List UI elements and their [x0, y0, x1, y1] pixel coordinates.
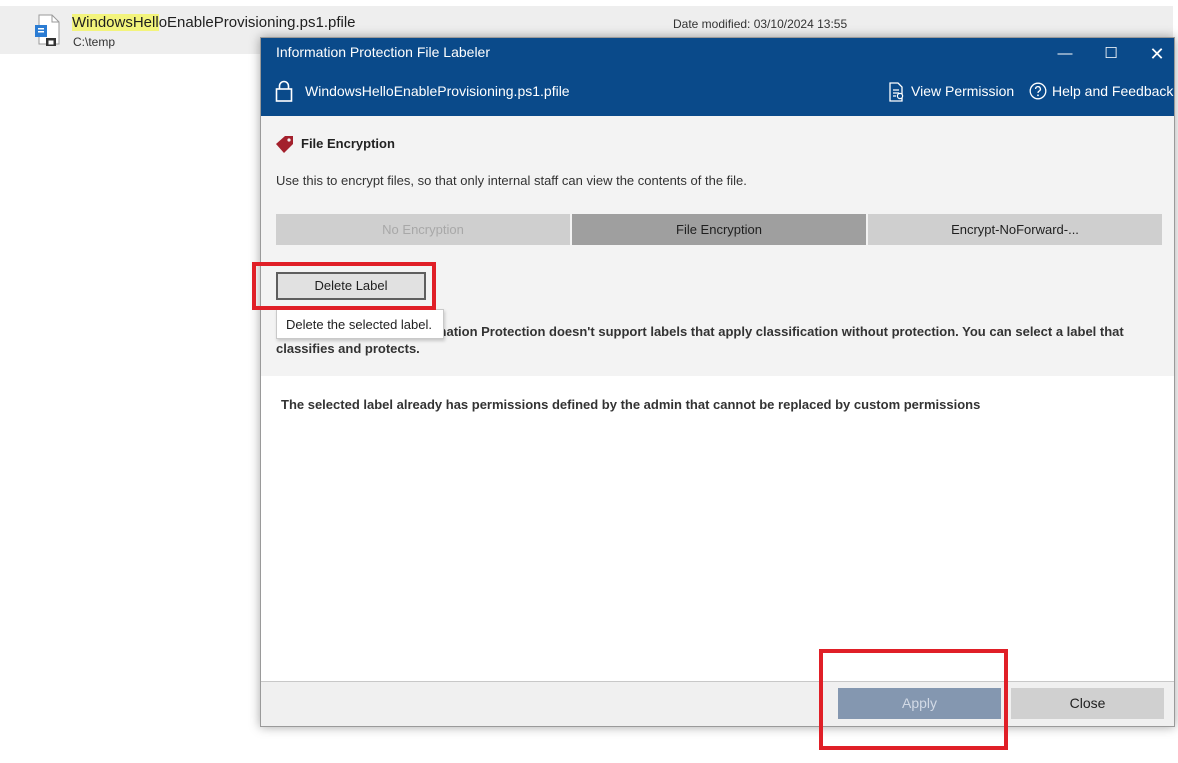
label-heading: File Encryption: [301, 136, 395, 151]
help-feedback-button[interactable]: Help and Feedback: [1052, 83, 1173, 99]
close-button[interactable]: Close: [1011, 688, 1164, 719]
option-no-encryption[interactable]: No Encryption: [276, 214, 570, 245]
label-panel: File Encryption Use this to encrypt file…: [261, 116, 1174, 376]
delete-tooltip: Delete the selected label.: [276, 309, 444, 339]
lock-icon: [275, 80, 293, 102]
file-labeler-dialog: Information Protection File Labeler — ☐ …: [260, 37, 1175, 727]
maximize-button[interactable]: ☐: [1095, 42, 1127, 66]
close-window-button[interactable]: ✕: [1141, 42, 1173, 66]
highlight-delete-label: [252, 262, 436, 310]
option-file-encryption[interactable]: File Encryption: [572, 214, 866, 245]
tag-icon: [275, 135, 295, 155]
permissions-message: The selected label already has permissio…: [281, 397, 981, 412]
document-name: WindowsHelloEnableProvisioning.ps1.pfile: [305, 83, 570, 99]
help-icon[interactable]: [1029, 82, 1047, 100]
label-description: Use this to encrypt files, so that only …: [276, 173, 747, 188]
date-modified: Date modified: 03/10/2024 13:55: [673, 17, 848, 31]
dialog-title: Information Protection File Labeler: [276, 44, 490, 60]
highlight-apply: [819, 649, 1008, 750]
view-permission-icon[interactable]: [888, 82, 906, 102]
file-name-highlight: WindowsHell: [72, 14, 159, 31]
view-permission-button[interactable]: View Permission: [911, 83, 1014, 99]
file-name[interactable]: WindowsHelloEnableProvisioning.ps1.pfile: [72, 14, 356, 31]
minimize-button[interactable]: —: [1049, 42, 1081, 66]
dialog-titlebar: Information Protection File Labeler — ☐ …: [261, 38, 1174, 116]
dialog-footer: Apply Close: [261, 682, 1174, 726]
pfile-icon: [33, 14, 63, 46]
option-encrypt-noforward[interactable]: Encrypt-NoForward-...: [868, 214, 1162, 245]
file-name-rest: oEnableProvisioning.ps1.pfile: [158, 14, 356, 31]
file-path: C:\temp: [73, 35, 116, 49]
